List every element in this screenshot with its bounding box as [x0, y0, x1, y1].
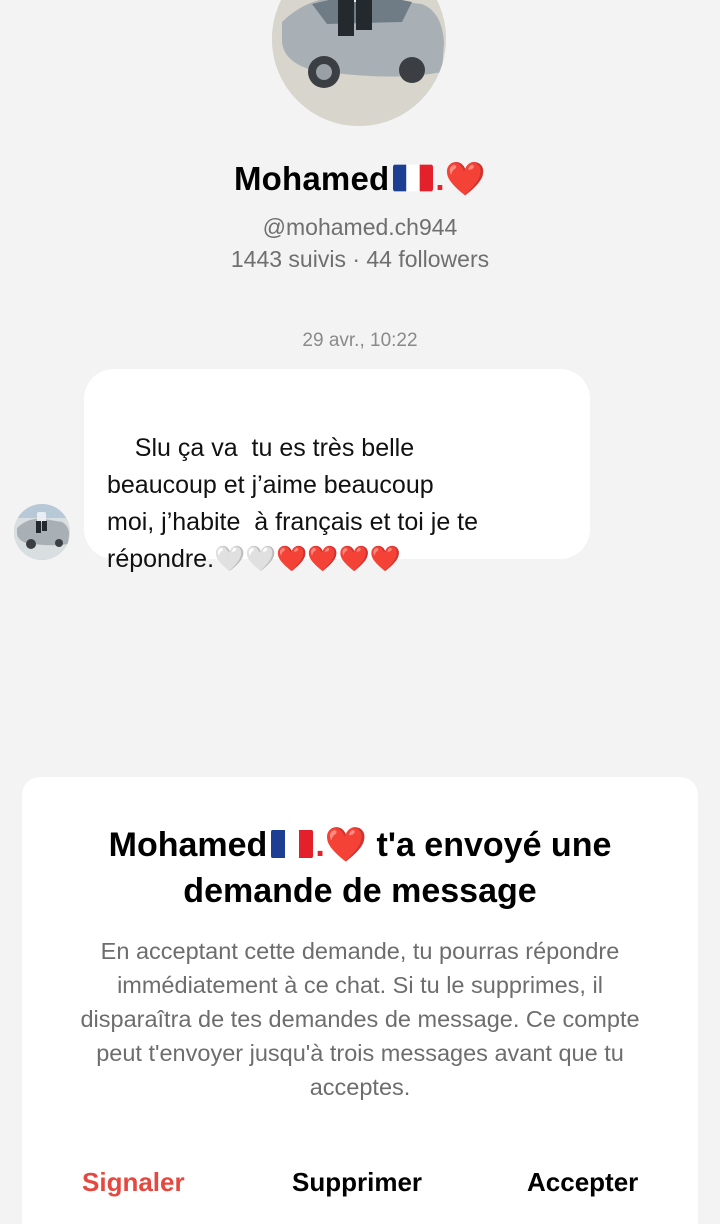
profile-name: Mohamed .❤️: [0, 160, 720, 199]
delete-button[interactable]: Supprimer: [292, 1167, 422, 1198]
message-text: Slu ça va tu es très belle beaucoup et j…: [107, 434, 479, 573]
message-request-screen: Mohamed .❤️ @mohamed.ch944 1443 suivis · …: [0, 0, 720, 1224]
sheet-title-name: Mohamed: [108, 826, 268, 864]
sheet-title-suffix: .❤️: [315, 826, 368, 864]
message-timestamp: 29 avr., 10:22: [302, 330, 418, 351]
sender-avatar[interactable]: [14, 504, 70, 560]
profile-stats: 1443 suivis · 44 followers: [230, 246, 490, 272]
sheet-title-rest: t'a envoyé une: [367, 826, 612, 864]
sheet-description: En acceptant cette demande, tu pourras r…: [80, 938, 640, 1100]
sheet-title-line2: demande de message: [183, 872, 537, 910]
sheet-actions: Signaler Supprimer Accepter: [22, 1167, 698, 1207]
france-flag-icon: [271, 829, 314, 859]
france-flag-icon: [393, 164, 434, 192]
profile-name-text: Mohamed: [233, 160, 390, 197]
sheet-title: Mohamed .❤️ t'a envoyé une demande de mes…: [22, 822, 698, 914]
profile-name-suffix: .❤️: [435, 160, 487, 197]
profile-avatar[interactable]: [272, 0, 446, 126]
profile-handle[interactable]: @mohamed.ch944: [0, 214, 720, 241]
message-bubble[interactable]: Slu ça va tu es très belle beaucoup et j…: [84, 369, 590, 573]
report-button[interactable]: Signaler: [82, 1167, 185, 1198]
accept-button[interactable]: Accepter: [527, 1167, 638, 1198]
message-request-sheet: Mohamed .❤️ t'a envoyé une demande de mes…: [22, 777, 698, 1224]
